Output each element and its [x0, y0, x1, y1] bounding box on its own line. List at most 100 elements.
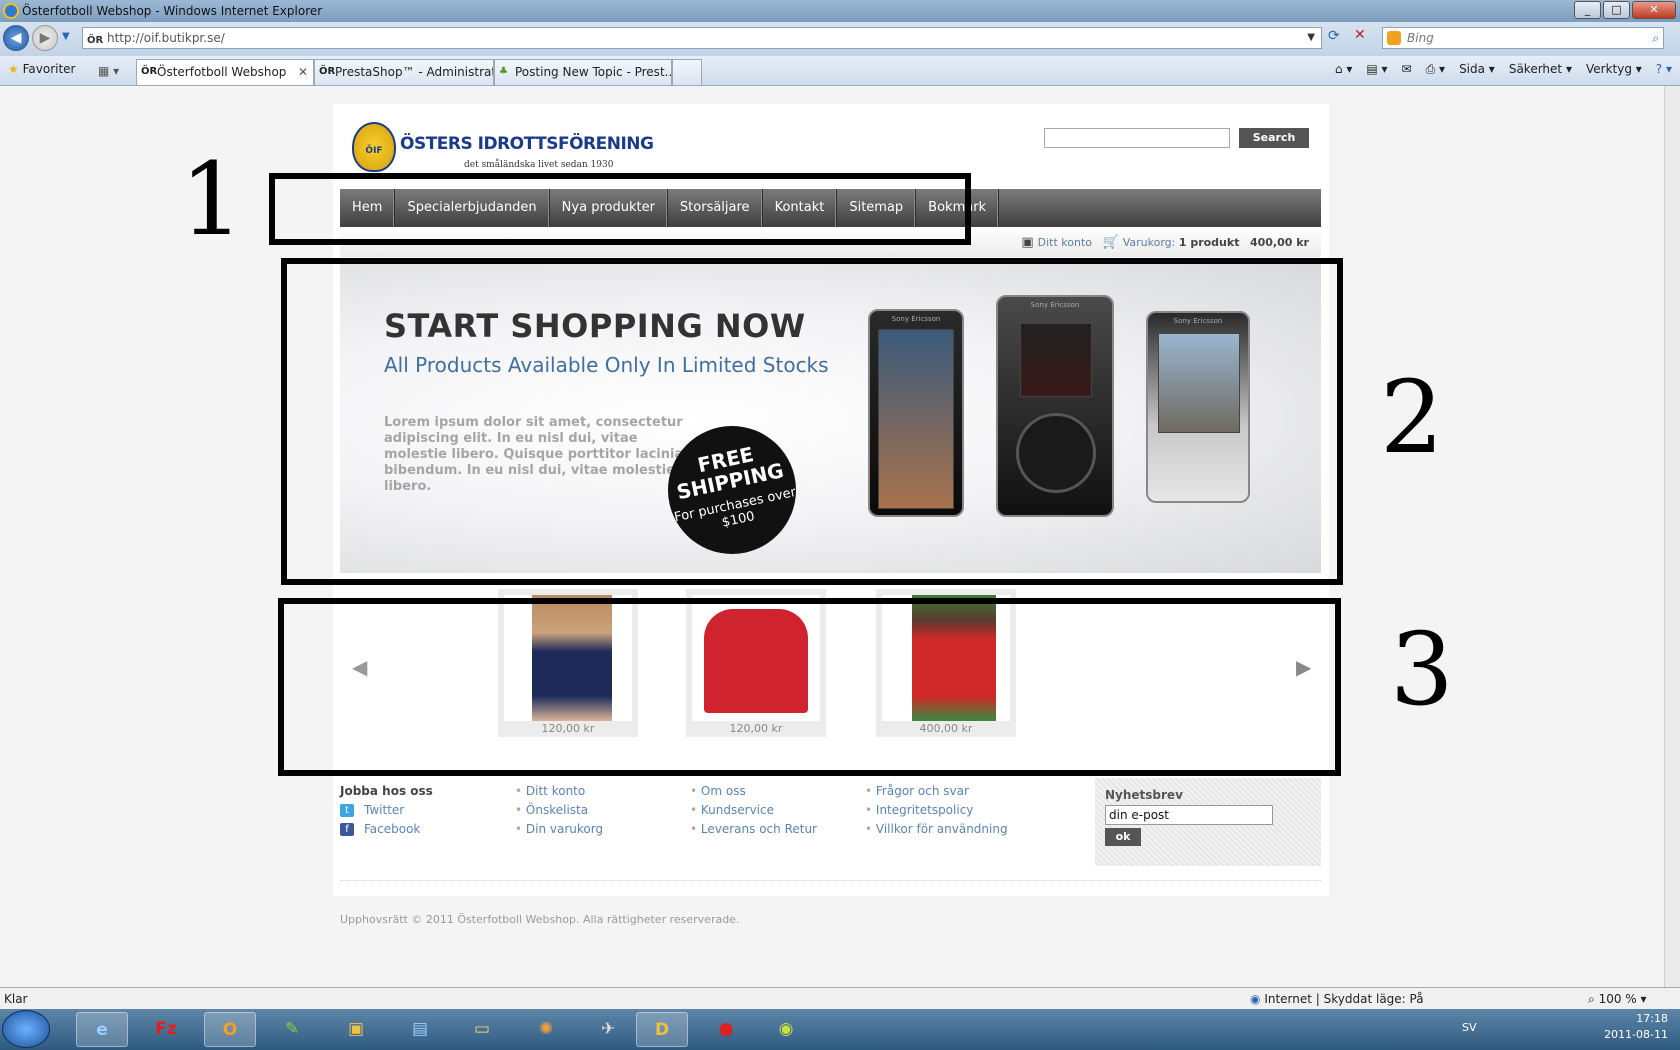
annotation-box-3 [278, 598, 1341, 776]
footer-link[interactable]: Önskelista [515, 801, 603, 820]
taskbar: e Fz O ✎ ▣ ▤ ▭ ✺ ✈ D ● ◉ SV 17:18 2011-0… [0, 1009, 1680, 1050]
close-button[interactable]: ✕ [1632, 1, 1676, 19]
footer-column-account: Ditt konto Önskelista Din varukorg [515, 782, 603, 839]
new-tab-button[interactable] [672, 59, 702, 85]
newsletter-ok-button[interactable]: ok [1105, 828, 1141, 846]
zoom-level: 100 % [1598, 992, 1637, 1006]
chevron-down-icon[interactable]: ▼ [1307, 28, 1315, 48]
stop-icon[interactable]: ✕ [1354, 27, 1366, 43]
newsletter-block: Nyhetsbrev din e-post ok [1095, 778, 1321, 866]
safety-menu-label: Säkerhet [1508, 62, 1563, 76]
footer-jobs-heading[interactable]: Jobba hos oss [340, 782, 433, 801]
site-favicon-icon: ÖR [141, 66, 158, 77]
command-bar: ⌂ ▾ ▤ ▾ ✉ ⎙ ▾ Sida ▾ Säkerhet ▾ Verktyg … [1335, 62, 1672, 77]
paint-icon[interactable]: ✎ [266, 1012, 318, 1047]
facebook-link[interactable]: f Facebook [340, 820, 433, 839]
filezilla-icon[interactable]: Fz [140, 1012, 192, 1047]
footer-column-info: Om oss Kundservice Leverans och Retur [690, 782, 817, 839]
tab-posting-topic[interactable]: ♣ Posting New Topic - Prest... [494, 59, 672, 85]
maximize-button[interactable]: □ [1603, 1, 1630, 19]
page-menu[interactable]: Sida ▾ [1459, 62, 1495, 77]
footer-link[interactable]: Kundservice [690, 801, 817, 820]
refresh-icon[interactable]: ⟳ [1328, 28, 1340, 44]
user-info: ▣ Ditt konto 🛒 Varukorg: 1 produkt 400,00 … [1021, 235, 1309, 250]
back-button[interactable]: ◀ [3, 25, 29, 51]
start-button[interactable] [2, 1010, 50, 1048]
minimize-button[interactable]: _ [1574, 1, 1601, 19]
logo-tagline: det småländska livet sedan 1930 [464, 160, 614, 170]
language-indicator[interactable]: SV [1462, 1021, 1477, 1034]
tab-oesterfotboll[interactable]: ÖR Österfotboll Webshop ✕ [136, 59, 314, 85]
dreamweaver-icon[interactable]: D [636, 1012, 688, 1047]
vertical-scrollbar[interactable] [1664, 86, 1680, 987]
footer-link[interactable]: Om oss [690, 782, 817, 801]
tool-icon[interactable]: ✈ [582, 1012, 634, 1047]
facebook-label: Facebook [364, 822, 421, 836]
address-field[interactable]: ÖR http://oif.butikpr.se/ ▼ [82, 27, 1322, 49]
feeds-icon[interactable]: ▤ ▾ [1366, 62, 1387, 77]
zoom-control[interactable]: ⌕ 100 % ▾ [1588, 988, 1647, 1010]
footer-column-help: Frågor och svar Integritetspolicy Villko… [865, 782, 1008, 839]
home-icon[interactable]: ⌂ ▾ [1335, 62, 1352, 77]
close-tab-icon[interactable]: ✕ [298, 60, 308, 84]
tools-menu[interactable]: Verktyg ▾ [1586, 62, 1642, 77]
search-input[interactable]: Bing ⌕ [1382, 27, 1664, 49]
site-search-button[interactable]: Search [1239, 128, 1309, 148]
ie-icon [3, 3, 19, 19]
twitter-link[interactable]: t Twitter [340, 801, 433, 820]
footer-link[interactable]: Frågor och svar [865, 782, 1008, 801]
help-icon[interactable]: ? ▾ [1656, 62, 1672, 77]
footer-link[interactable]: Integritetspolicy [865, 801, 1008, 820]
cart-count: 1 produkt [1178, 236, 1240, 249]
logo-name: ÖSTERS IDROTTSFÖRENING [400, 134, 654, 154]
tools-menu-label: Verktyg [1585, 62, 1632, 76]
audio-icon[interactable]: ✺ [520, 1012, 572, 1047]
site-logo[interactable]: ÖIF ÖSTERS IDROTTSFÖRENING det småländsk… [352, 122, 654, 174]
notepad-icon[interactable]: ▤ [394, 1012, 446, 1047]
clock-date: 2011-08-11 [1604, 1028, 1668, 1041]
copyright-text: Upphovsrätt © 2011 Österfotboll Webshop.… [340, 913, 740, 926]
app-icon[interactable]: ▣ [330, 1012, 382, 1047]
system-clock[interactable]: 17:18 2011-08-11 [1604, 1011, 1668, 1043]
internet-explorer-icon[interactable]: e [76, 1012, 128, 1047]
cart-link[interactable]: Varukorg: [1123, 236, 1176, 249]
ball-icon[interactable]: ◉ [760, 1012, 812, 1047]
status-bar: Klar ◉ Internet | Skyddat läge: På ⌕ 100… [0, 987, 1680, 1009]
cart-icon: 🛒 [1102, 235, 1119, 250]
clock-time: 17:18 [1636, 1012, 1668, 1025]
window-controls: _ □ ✕ [1574, 1, 1676, 19]
annotation-number-1: 1 [180, 141, 244, 258]
tomato-icon[interactable]: ● [700, 1012, 752, 1047]
account-link[interactable]: Ditt konto [1038, 236, 1092, 249]
tab-prestashop-admin[interactable]: ÖR PrestaShop™ - Administrat... [314, 59, 494, 85]
newsletter-heading: Nyhetsbrev [1105, 788, 1183, 802]
quick-tabs-icon[interactable]: ▦ ▾ [98, 64, 119, 78]
status-text: Klar [4, 992, 28, 1006]
folder-icon[interactable]: ▭ [456, 1012, 508, 1047]
bing-icon [1387, 31, 1401, 45]
footer-divider [340, 880, 1321, 881]
favorites-button[interactable]: ★ Favoriter [8, 62, 75, 76]
safety-menu[interactable]: Säkerhet ▾ [1509, 62, 1572, 77]
history-dropdown-icon[interactable]: ▼ [62, 31, 70, 42]
globe-icon: ◉ [1250, 992, 1261, 1006]
security-zone-label: Internet | Skyddat läge: På [1264, 992, 1424, 1006]
search-icon[interactable]: ⌕ [1652, 28, 1659, 48]
twitter-label: Twitter [364, 803, 405, 817]
footer-link[interactable]: Ditt konto [515, 782, 603, 801]
newsletter-email-input[interactable]: din e-post [1105, 805, 1273, 825]
annotation-box-2 [281, 258, 1343, 585]
outlook-icon[interactable]: O [204, 1012, 256, 1047]
security-zone: ◉ Internet | Skyddat läge: På [1250, 988, 1424, 1010]
search-placeholder: Bing [1407, 31, 1434, 45]
star-icon: ★ [8, 62, 19, 76]
footer-link[interactable]: Leverans och Retur [690, 820, 817, 839]
forward-button[interactable]: ▶ [32, 25, 58, 51]
site-favicon-icon: ÖR [319, 66, 336, 77]
footer-link[interactable]: Villkor för användning [865, 820, 1008, 839]
mail-icon[interactable]: ✉ [1402, 62, 1412, 77]
site-search-input[interactable] [1044, 128, 1230, 148]
footer-link[interactable]: Din varukorg [515, 820, 603, 839]
print-icon[interactable]: ⎙ ▾ [1426, 62, 1445, 77]
footer-column-social: Jobba hos oss t Twitter f Facebook [340, 782, 433, 839]
